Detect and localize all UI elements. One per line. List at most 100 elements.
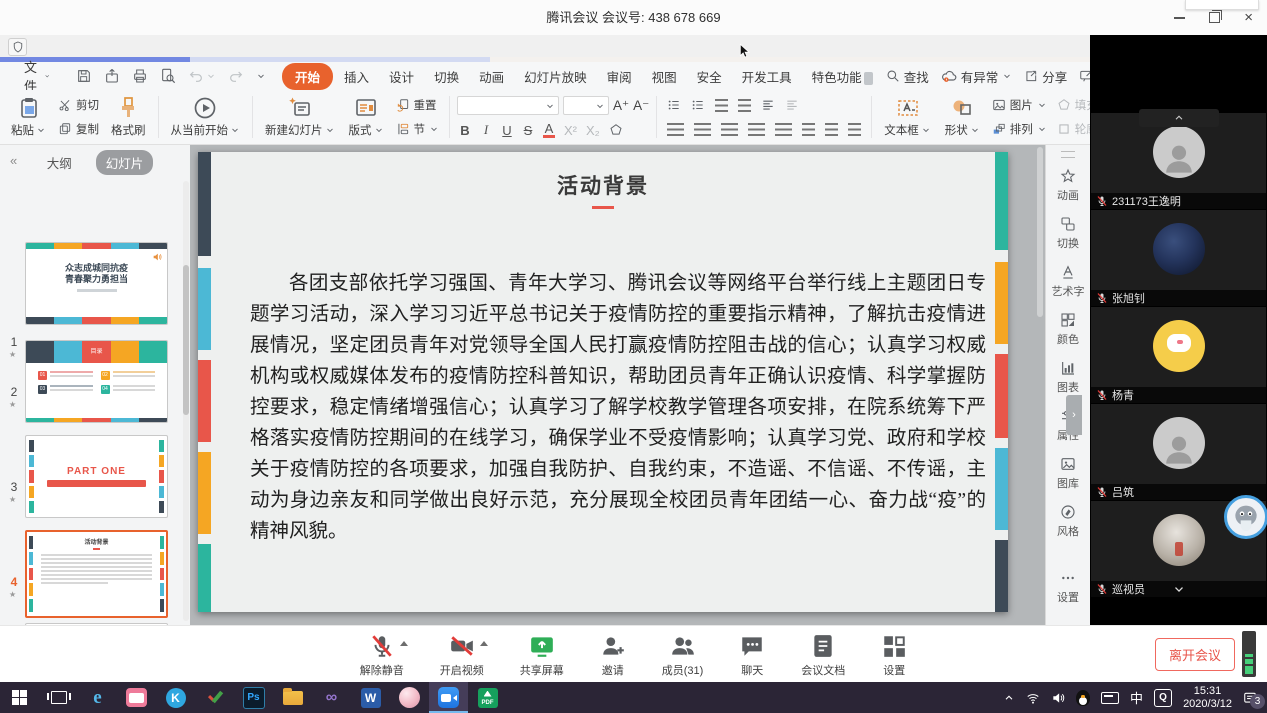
wifi-icon[interactable] (1026, 691, 1040, 705)
settings-button[interactable]: 设置 (881, 633, 907, 678)
font-color-button[interactable]: A (543, 122, 555, 138)
numbered-list-icon[interactable] (691, 98, 705, 112)
qq-floating-icon[interactable] (1224, 495, 1267, 539)
tab-home[interactable]: 开始 (282, 63, 333, 90)
font-family-select[interactable] (457, 96, 559, 115)
restore-icon[interactable] (1209, 12, 1220, 23)
foxit-pdf-button[interactable] (468, 682, 507, 713)
distribute-icon[interactable] (775, 123, 792, 136)
bold-button[interactable]: B (459, 123, 471, 138)
ribbon-options-button[interactable] (252, 71, 270, 81)
print-preview-button[interactable] (156, 68, 180, 84)
indent-decrease-icon[interactable] (715, 99, 728, 112)
text-box-button[interactable]: 文本框 (879, 94, 936, 140)
collapse-videos-button[interactable] (1139, 109, 1219, 127)
tool-style[interactable]: 风格 (1057, 504, 1079, 539)
tab-review[interactable]: 审阅 (598, 63, 641, 90)
find-button[interactable]: 查找 (886, 67, 929, 86)
tab-slideshow[interactable]: 幻灯片放映 (515, 63, 596, 90)
font-grow-button[interactable]: A⁺ (613, 98, 629, 114)
leave-meeting-button[interactable]: 离开会议 (1155, 638, 1235, 671)
caret-up-icon[interactable] (400, 641, 408, 646)
word-button[interactable] (351, 682, 390, 713)
print-button[interactable] (128, 68, 152, 84)
canvas-scrollbar[interactable] (1037, 147, 1043, 317)
tool-gallery[interactable]: 图库 (1057, 456, 1079, 491)
tray-expand-icon[interactable] (1003, 692, 1015, 704)
tab-animation[interactable]: 动画 (470, 63, 513, 90)
paragraph-spacing-icon[interactable] (825, 123, 838, 136)
subscript-button[interactable]: X₂ (586, 123, 600, 138)
arrange-button[interactable]: 排列 (989, 120, 1050, 138)
collapse-panel-icon[interactable]: « (10, 153, 17, 168)
align-center-icon[interactable] (694, 123, 711, 136)
align-left-icon[interactable] (667, 123, 684, 136)
share-screen-button[interactable]: 共享屏幕 (520, 633, 564, 678)
slide-thumbnail-4-current[interactable]: 活动背景 (25, 530, 168, 618)
thumbnail-scrollbar[interactable] (183, 181, 189, 621)
italic-button[interactable]: I (480, 122, 492, 138)
tool-settings[interactable]: 设置 (1057, 570, 1079, 605)
participant-tile[interactable]: 张旭钊 (1091, 210, 1266, 306)
expand-list-icon[interactable] (1172, 582, 1186, 596)
undo-button[interactable] (184, 68, 220, 84)
reset-button[interactable]: 重置 (393, 96, 443, 114)
slide-thumbnail-3[interactable]: PART ONE (25, 435, 168, 518)
export-button[interactable] (100, 68, 124, 84)
participant-tile[interactable]: 吕筑 (1091, 404, 1266, 500)
ime-indicator[interactable]: 中 (1130, 688, 1143, 707)
save-button[interactable] (72, 68, 96, 84)
font-size-select[interactable] (563, 96, 609, 115)
redo-button[interactable] (224, 68, 248, 84)
panel-drag-handle[interactable] (1061, 151, 1075, 158)
tab-special-features[interactable]: 特色功能 (803, 63, 882, 90)
tool-colors[interactable]: 颜色 (1057, 312, 1079, 347)
shapes-button[interactable]: 形状 (940, 94, 985, 140)
q-tray-icon[interactable] (1154, 689, 1172, 707)
tool-wordart[interactable]: 艺术字 (1052, 264, 1085, 299)
close-icon[interactable]: × (1244, 10, 1253, 25)
tab-devtools[interactable]: 开发工具 (733, 63, 801, 90)
copy-button[interactable]: 复制 (55, 120, 102, 138)
fill-button[interactable]: 填充 (1054, 96, 1090, 114)
cut-button[interactable]: 剪切 (55, 96, 102, 114)
scrollbar-thumb[interactable] (183, 265, 189, 415)
edge-button[interactable] (78, 682, 117, 713)
list-level-icon[interactable] (848, 123, 861, 136)
tab-view[interactable]: 视图 (643, 63, 686, 90)
caret-up-icon[interactable] (480, 641, 488, 646)
action-center-button[interactable]: 3 (1243, 691, 1257, 705)
tab-insert[interactable]: 插入 (335, 63, 378, 90)
chat-button[interactable]: 聊天 (739, 633, 765, 678)
slide-thumbnail-1[interactable]: 众志成城同抗疫 青春聚力勇担当 (25, 242, 168, 325)
qq-tray-icon[interactable] (1076, 690, 1090, 706)
play-from-current-button[interactable]: 从当前开始 (166, 94, 246, 140)
strikethrough-button[interactable]: S (522, 123, 534, 138)
tab-outline-view[interactable]: 大纲 (37, 150, 82, 175)
format-painter-button[interactable]: 格式刷 (106, 94, 151, 140)
unmute-button[interactable]: 解除静音 (360, 633, 404, 678)
paste-button[interactable]: 粘贴 (6, 94, 51, 140)
visual-studio-button[interactable] (312, 682, 351, 713)
photoshop-button[interactable] (234, 682, 273, 713)
panel-expand-handle[interactable]: › (1066, 395, 1082, 435)
taskbar-clock[interactable]: 15:31 2020/3/12 (1183, 685, 1232, 711)
participant-tile[interactable]: 231173王逸明 (1091, 113, 1266, 209)
task-view-button[interactable] (39, 682, 78, 713)
volume-icon[interactable] (1051, 691, 1065, 705)
tab-slides-view[interactable]: 幻灯片 (96, 150, 154, 175)
tool-animation[interactable]: 动画 (1057, 168, 1079, 203)
tab-transition[interactable]: 切换 (425, 63, 468, 90)
indent-increase-icon[interactable] (738, 99, 751, 112)
tab-design[interactable]: 设计 (380, 63, 423, 90)
participant-tile[interactable]: 杨青 (1091, 307, 1266, 403)
checkmark-app-button[interactable] (195, 682, 234, 713)
members-button[interactable]: 成员(31) (662, 633, 704, 678)
cloud-status-button[interactable]: 有异常 (941, 67, 1013, 86)
new-slide-button[interactable]: 新建幻灯片 (260, 94, 340, 140)
columns-icon[interactable] (785, 98, 799, 112)
layout-button[interactable]: 版式 (344, 94, 389, 140)
invite-button[interactable]: 邀请 (600, 633, 626, 678)
tool-transition[interactable]: 切换 (1057, 216, 1079, 251)
section-button[interactable]: 节 (393, 120, 443, 138)
